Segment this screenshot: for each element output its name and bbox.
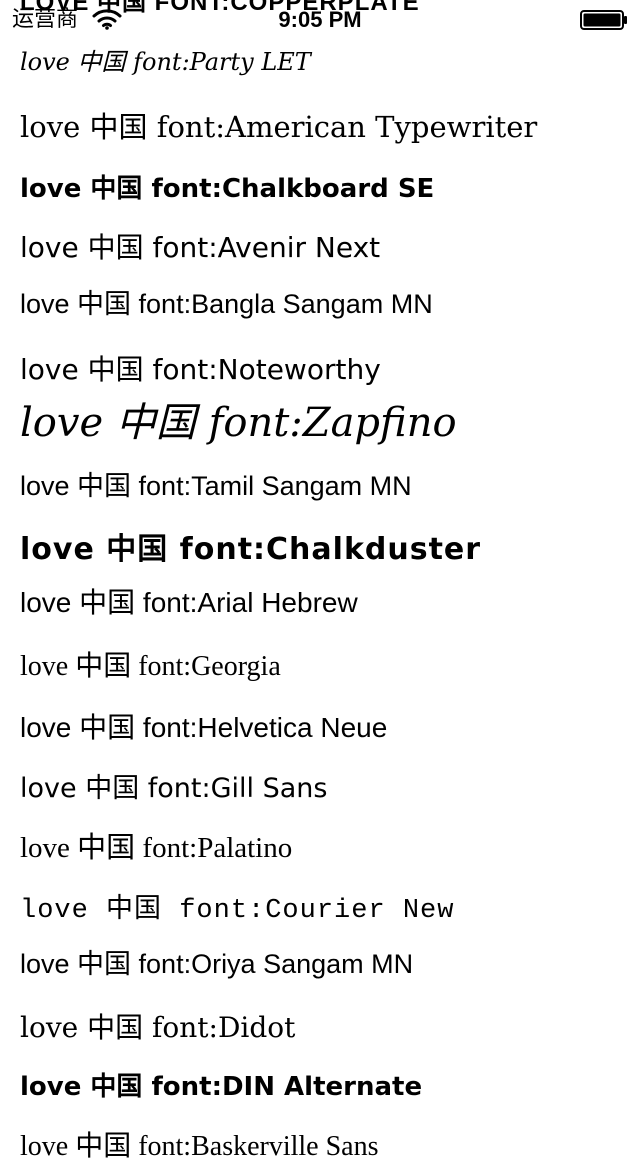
list-item: love 中国 font:Zapfino	[20, 400, 457, 446]
list-item: love 中国 font:Party LET	[20, 48, 311, 76]
list-item: love 中国 font:Georgia	[20, 651, 281, 682]
list-item: love 中国 font:Chalkduster	[20, 532, 482, 567]
list-item: love 中国 font:Avenir Next	[20, 231, 381, 264]
list-item: love 中国 font:Didot	[20, 1011, 296, 1044]
list-item: love 中国 font:American Typewriter	[20, 110, 538, 144]
status-bar: 运营商 9:05 PM	[0, 0, 640, 40]
list-item: love 中国 font:Gill Sans	[20, 773, 328, 804]
list-item: love 中国 font:Arial Hebrew	[20, 587, 358, 618]
list-item: love 中国 font:Baskerville Sans	[20, 1131, 379, 1162]
list-item: love 中国 font:Chalkboard SE	[20, 174, 435, 204]
list-item: love 中国 font:Oriya Sangam MN	[20, 949, 414, 979]
list-item: love 中国 font:Bangla Sangam MN	[20, 289, 433, 319]
list-item: love 中国 font:Noteworthy	[20, 353, 381, 386]
list-item: love 中国 font:DIN Alternate	[20, 1072, 423, 1102]
battery-icon	[580, 10, 628, 30]
status-time: 9:05 PM	[278, 7, 362, 32]
list-item: love 中国 font:Courier New	[20, 896, 455, 926]
font-list[interactable]: LOVE 中国 FONT:COPPERPLATE love 中国 font:Pa…	[0, 0, 640, 1162]
list-item: love 中国 font:Helvetica Neue	[20, 712, 388, 743]
list-item: love 中国 font:Palatino	[20, 832, 293, 864]
list-item: love 中国 font:Tamil Sangam MN	[20, 471, 412, 501]
